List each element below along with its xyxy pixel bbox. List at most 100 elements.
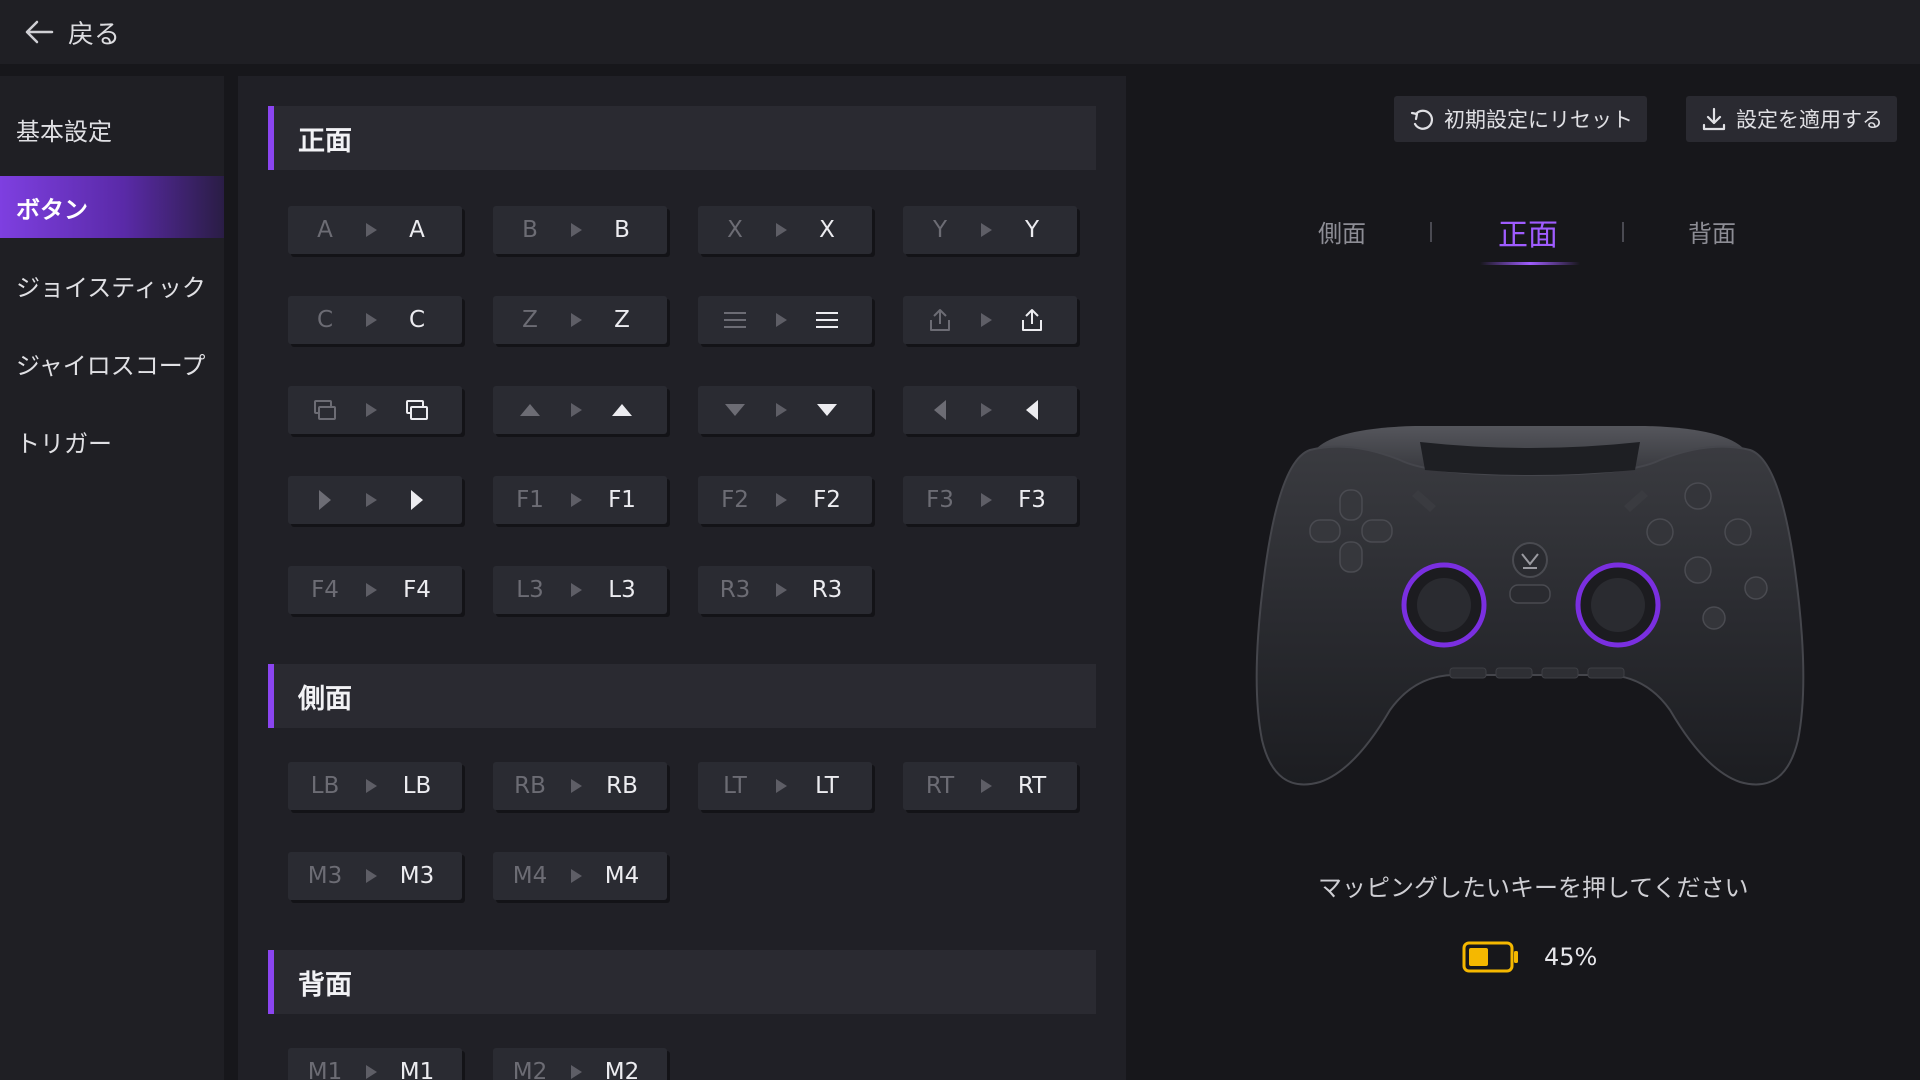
mapping-key[interactable]: F1 F1 (493, 476, 667, 524)
mapping-key[interactable] (698, 386, 872, 434)
mapping-key[interactable]: ZZ (493, 296, 667, 344)
target-key-label: A (409, 217, 425, 243)
apply-settings-button[interactable]: 設定を適用する (1686, 96, 1897, 142)
target-key-label: Y (1024, 217, 1040, 243)
sidebar-item-buttons[interactable]: ボタン (0, 176, 224, 238)
mapping-key[interactable]: M1 M1 (288, 1048, 462, 1080)
target-dpad-up-icon (593, 386, 651, 434)
mapping-key[interactable]: RT RT (903, 762, 1077, 810)
source-key-label: A (317, 217, 333, 243)
source-dpad-right-icon (296, 476, 354, 524)
mapping-arrow-icon (354, 868, 388, 884)
mapping-arrow-icon (559, 778, 593, 794)
source-view-icon (296, 386, 354, 434)
target-key-label: B (614, 217, 630, 243)
sidebar-item-basic[interactable]: 基本設定 (0, 98, 224, 160)
mapping-arrow-icon (559, 222, 593, 238)
source-key-label: F2 (721, 487, 749, 513)
home-button-icon (1512, 542, 1548, 578)
mapping-key[interactable]: RB RB (493, 762, 667, 810)
mapping-arrow-icon (969, 492, 1003, 508)
mapping-key[interactable]: M3 M3 (288, 852, 462, 900)
mapping-arrow-icon (764, 222, 798, 238)
mapping-arrow-icon (354, 402, 388, 418)
mapping-key[interactable]: F4 F4 (288, 566, 462, 614)
mapping-key[interactable]: M2 M2 (493, 1048, 667, 1080)
tab-separator (1622, 222, 1624, 242)
tab-back-view[interactable]: 背面 (1688, 214, 1736, 249)
mapping-arrow-icon (559, 402, 593, 418)
mapping-key[interactable] (903, 296, 1077, 344)
top-bar: 戻る (0, 0, 1920, 64)
mapping-key[interactable]: LT LT (698, 762, 872, 810)
section-back-title: 背面 (268, 950, 1096, 1014)
source-key-label: R3 (719, 577, 751, 603)
target-key-label: M1 (399, 1059, 435, 1080)
share-button-icon (1509, 584, 1551, 604)
mapping-key[interactable] (698, 296, 872, 344)
target-menu-icon (798, 296, 856, 344)
mapping-key[interactable]: F3 F3 (903, 476, 1077, 524)
source-key-label: RB (514, 773, 546, 799)
mapping-arrow-icon (969, 222, 1003, 238)
source-key-label: X (727, 217, 743, 243)
source-key-label: F4 (311, 577, 339, 603)
tab-front-view[interactable]: 正面 (1498, 210, 1558, 254)
target-share-icon (1003, 296, 1061, 344)
mapping-key[interactable] (288, 476, 462, 524)
target-key-label: RT (1017, 773, 1047, 799)
mapping-key[interactable] (493, 386, 667, 434)
target-dpad-left-icon (1003, 386, 1061, 434)
battery-status: 45% (1462, 940, 1597, 974)
target-key-label: L3 (608, 577, 636, 603)
mapping-arrow-icon (969, 312, 1003, 328)
source-dpad-left-icon (911, 386, 969, 434)
mapping-key[interactable]: CC (288, 296, 462, 344)
sidebar-item-trigger[interactable]: トリガー (0, 410, 224, 472)
mapping-key[interactable]: L3 L3 (493, 566, 667, 614)
sidebar-item-gyroscope[interactable]: ジャイロスコープ (0, 332, 224, 394)
target-key-label: M3 (399, 863, 435, 889)
mapping-key[interactable] (903, 386, 1077, 434)
mapping-arrow-icon (354, 778, 388, 794)
button-mapping-panel: 正面 側面 背面 A A B B X X Y Y C C Z Z F1 F1 F2 F2 F3 F3 F4 F4 L3 L… (238, 76, 1126, 1080)
tab-separator (1430, 222, 1432, 242)
mapping-key[interactable]: R3 R3 (698, 566, 872, 614)
mapping-key[interactable]: YY (903, 206, 1077, 254)
mapping-arrow-icon (559, 868, 593, 884)
mapping-key[interactable]: LB LB (288, 762, 462, 810)
reset-label: 初期設定にリセット (1444, 108, 1633, 132)
source-dpad-down-icon (706, 386, 764, 434)
source-menu-icon (706, 296, 764, 344)
reset-icon (1410, 109, 1434, 130)
reset-defaults-button[interactable]: 初期設定にリセット (1394, 96, 1647, 142)
mapping-arrow-icon (559, 1064, 593, 1080)
sidebar-item-joystick[interactable]: ジョイスティック (0, 254, 224, 316)
mapping-arrow-icon (354, 492, 388, 508)
source-key-label: M3 (307, 863, 343, 889)
mapping-arrow-icon (969, 402, 1003, 418)
mapping-key[interactable]: XX (698, 206, 872, 254)
tab-side-view[interactable]: 側面 (1318, 214, 1366, 249)
source-key-label: RT (925, 773, 955, 799)
controller-image (1255, 426, 1805, 786)
source-dpad-up-icon (501, 386, 559, 434)
section-front-title: 正面 (268, 106, 1096, 170)
mapping-key[interactable]: BB (493, 206, 667, 254)
mapping-key[interactable]: AA (288, 206, 462, 254)
target-key-label: X (819, 217, 835, 243)
source-key-label: F3 (926, 487, 954, 513)
mapping-arrow-icon (764, 582, 798, 598)
source-share-icon (911, 296, 969, 344)
target-key-label: F2 (813, 487, 841, 513)
source-key-label: F1 (516, 487, 544, 513)
mapping-key[interactable]: M4 M4 (493, 852, 667, 900)
source-key-label: B (522, 217, 538, 243)
back-button[interactable]: 戻る (22, 14, 120, 51)
mapping-key[interactable] (288, 386, 462, 434)
source-key-label: LT (723, 773, 747, 799)
mapping-arrow-icon (764, 492, 798, 508)
mapping-key[interactable]: F2 F2 (698, 476, 872, 524)
mapping-arrow-icon (559, 582, 593, 598)
target-key-label: RB (606, 773, 638, 799)
